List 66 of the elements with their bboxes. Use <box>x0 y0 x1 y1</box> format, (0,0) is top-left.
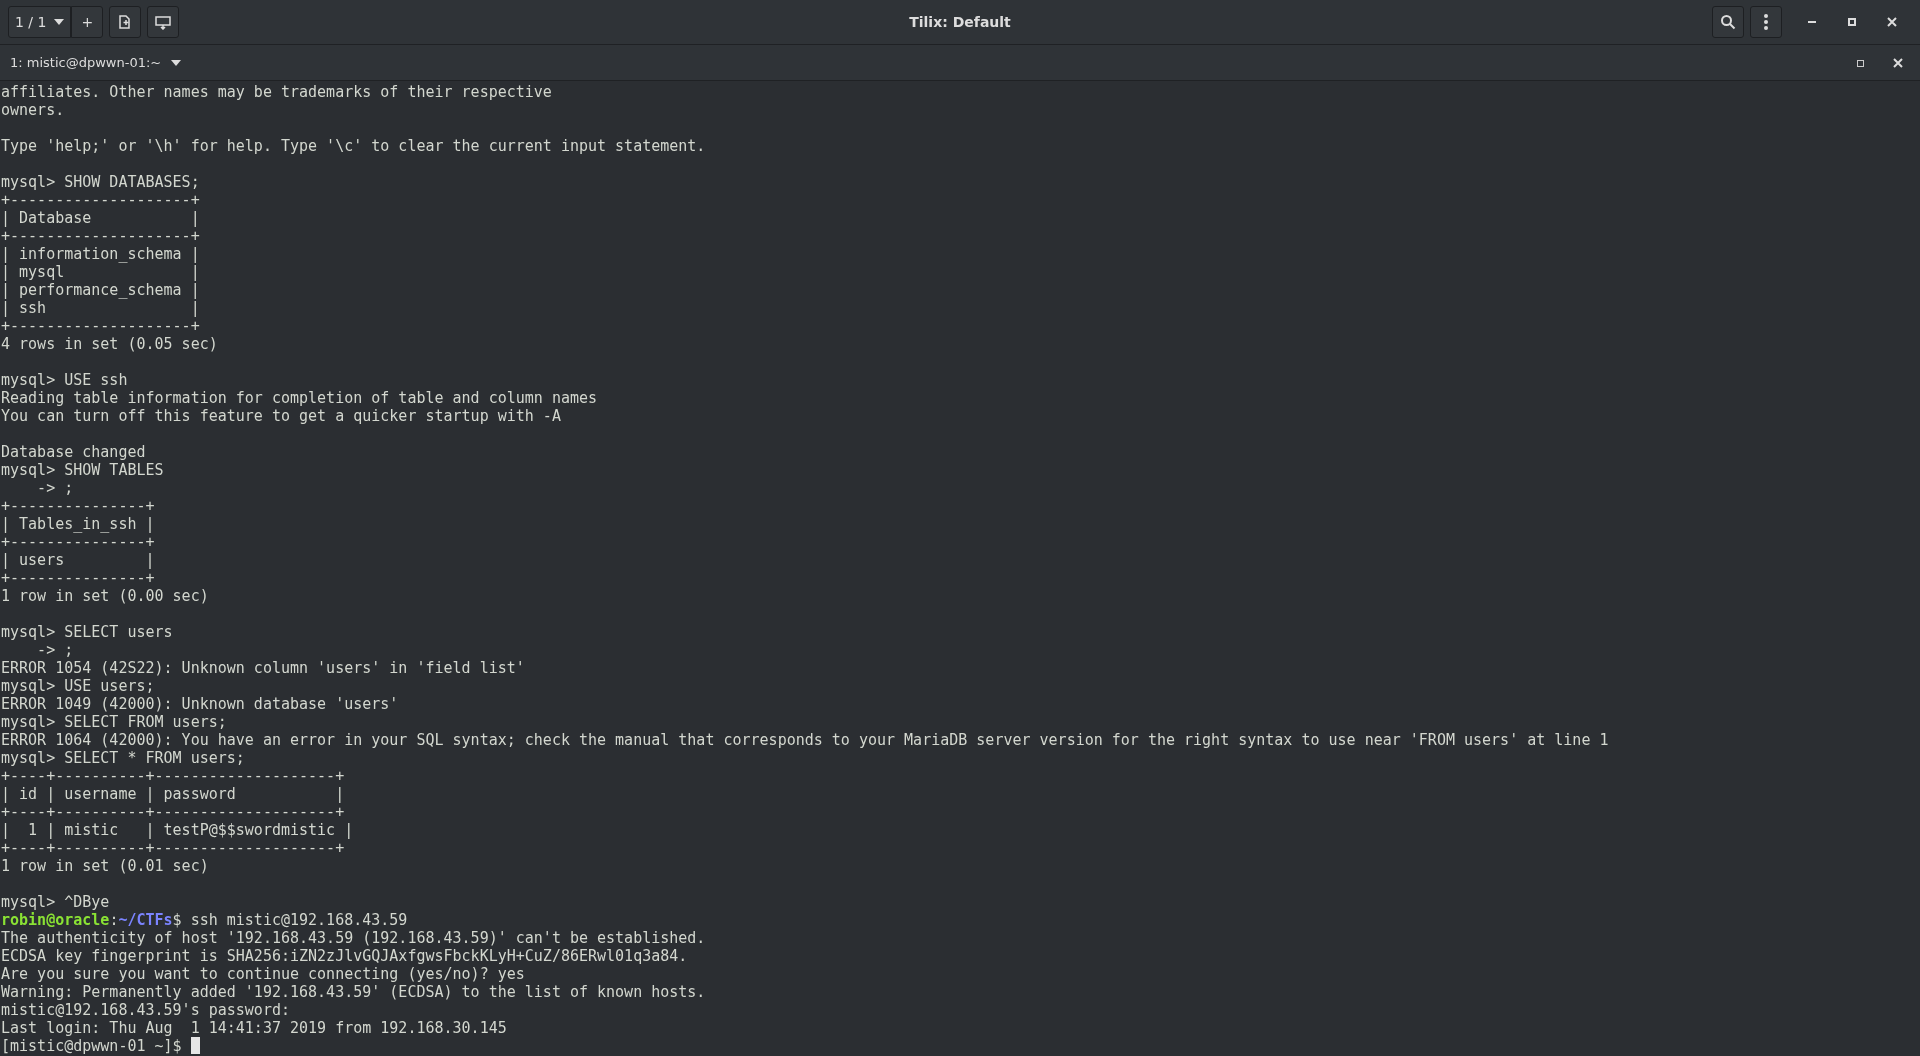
terminal-line: | information_schema | <box>1 245 200 263</box>
close-icon <box>1886 16 1898 28</box>
terminal-line: | mysql | <box>1 263 200 281</box>
terminal-line: Database changed <box>1 443 146 461</box>
terminal-line: | Database | <box>1 209 200 227</box>
caret-icon <box>54 19 65 25</box>
search-icon <box>1720 14 1736 30</box>
terminal-line: | Tables_in_ssh | <box>1 515 155 533</box>
terminal-line: +---------------+ <box>1 569 155 587</box>
terminal-line: +--------------------+ <box>1 191 200 209</box>
maximize-icon <box>1855 57 1865 68</box>
terminal-line: owners. <box>1 101 65 119</box>
monitor-icon <box>154 14 173 30</box>
terminal-line: ERROR 1054 (42S22): Unknown column 'users' in 'field list' <box>1 659 525 677</box>
terminal-line: Warning: Permanently added '192.168.43.59' (ECDSA) to the list of known hosts. <box>1 983 706 1001</box>
terminal-line: -> ; <box>36 641 74 659</box>
terminal-line: mysql> SELECT users <box>1 623 173 641</box>
terminal-line: mysql> SHOW DATABASES; <box>1 173 200 191</box>
terminal-line: Type 'help;' or '\h' for help. Type '\c' to clear the current input statement. <box>1 137 706 155</box>
terminal-line: 1 row in set (0.01 sec) <box>1 857 209 875</box>
close-icon <box>1892 56 1904 69</box>
terminal-line: 4 rows in set (0.05 sec) <box>1 335 218 353</box>
minimize-icon <box>1808 21 1816 23</box>
terminal-line: +---------------+ <box>1 497 155 515</box>
terminal-line: mysql> SELECT * FROM users; <box>1 749 245 767</box>
maximize-icon <box>1846 16 1858 28</box>
terminal-line: You can turn off this feature to get a quicker startup with -A <box>1 407 561 425</box>
terminal-line: Reading table information for completion of table and column names <box>1 389 598 407</box>
terminal-title-dropdown[interactable]: 1: mistic@dpwwn-01:~ <box>10 55 182 70</box>
terminal-line: | performance_schema | <box>1 281 200 299</box>
add-button[interactable]: + <box>71 6 104 38</box>
session-button[interactable]: 1 / 1 <box>8 6 72 38</box>
terminal-line: +----+----------+--------------------+ <box>1 839 345 857</box>
terminal-line: | id | username | password | <box>1 785 345 803</box>
terminal-line: mysql> SELECT FROM users; <box>1 713 227 731</box>
window-title: Tilix: Default <box>909 14 1011 30</box>
terminal-line: Last login: Thu Aug 1 14:41:37 2019 from 192.168.30.145 <box>1 1019 507 1037</box>
new-terminal-button[interactable] <box>109 6 142 38</box>
terminal-line: The authenticity of host '192.168.43.59 (192.168.43.59)' can't be established. <box>1 929 706 947</box>
terminal-line: mysql> USE users; <box>1 677 155 695</box>
terminal-line: mysql> ^DBye <box>1 893 110 911</box>
terminal-line: +----+----------+--------------------+ <box>1 803 345 821</box>
split-button[interactable] <box>147 6 180 38</box>
caret-icon <box>171 59 182 66</box>
terminal-line: mysql> USE ssh <box>1 371 128 389</box>
terminal-line: Are you sure you want to continue connecting (yes/no)? yes <box>1 965 525 983</box>
terminal-line: +--------------------+ <box>1 317 200 335</box>
terminal-line: | ssh | <box>1 299 200 317</box>
prompt-line: robin@oracle:~/CTFs$ ssh mistic@192.168.43.59 <box>1 911 408 929</box>
terminal-line: mysql> SHOW TABLES <box>1 461 164 479</box>
menu-icon <box>1763 13 1769 31</box>
terminal-line: ERROR 1064 (42000): You have an error in your SQL syntax; check the manual that corresponds to your MariaDB server version for the right syntax to use near 'FROM users' at line 1 <box>1 731 1609 749</box>
terminal-line: | users | <box>1 551 155 569</box>
terminal-line: -> ; <box>36 479 74 497</box>
terminal-line: +----+----------+--------------------+ <box>1 767 345 785</box>
terminal-line: +---------------+ <box>1 533 155 551</box>
terminal-line: 1 row in set (0.00 sec) <box>1 587 209 605</box>
terminal-line: affiliates. Other names may be trademarks of their respective <box>1 83 552 101</box>
terminal-line: ERROR 1049 (42000): Unknown database 'users' <box>1 695 399 713</box>
terminal-line: | 1 | mistic | testP@$$swordmistic | <box>1 821 354 839</box>
menu-button[interactable] <box>1750 6 1782 38</box>
search-button[interactable] <box>1712 6 1744 38</box>
terminal-line: mistic@192.168.43.59's password: <box>1 1001 291 1019</box>
terminal-line: +--------------------+ <box>1 227 200 245</box>
terminal-line: ECDSA key fingerprint is SHA256:iZN2zJlvGQJAxfgwsFbckKLyH+CuZ/86ERwl01q3a84. <box>1 947 688 965</box>
terminal-line: [mistic@dpwwn-01 ~]$ <box>1 1037 183 1055</box>
